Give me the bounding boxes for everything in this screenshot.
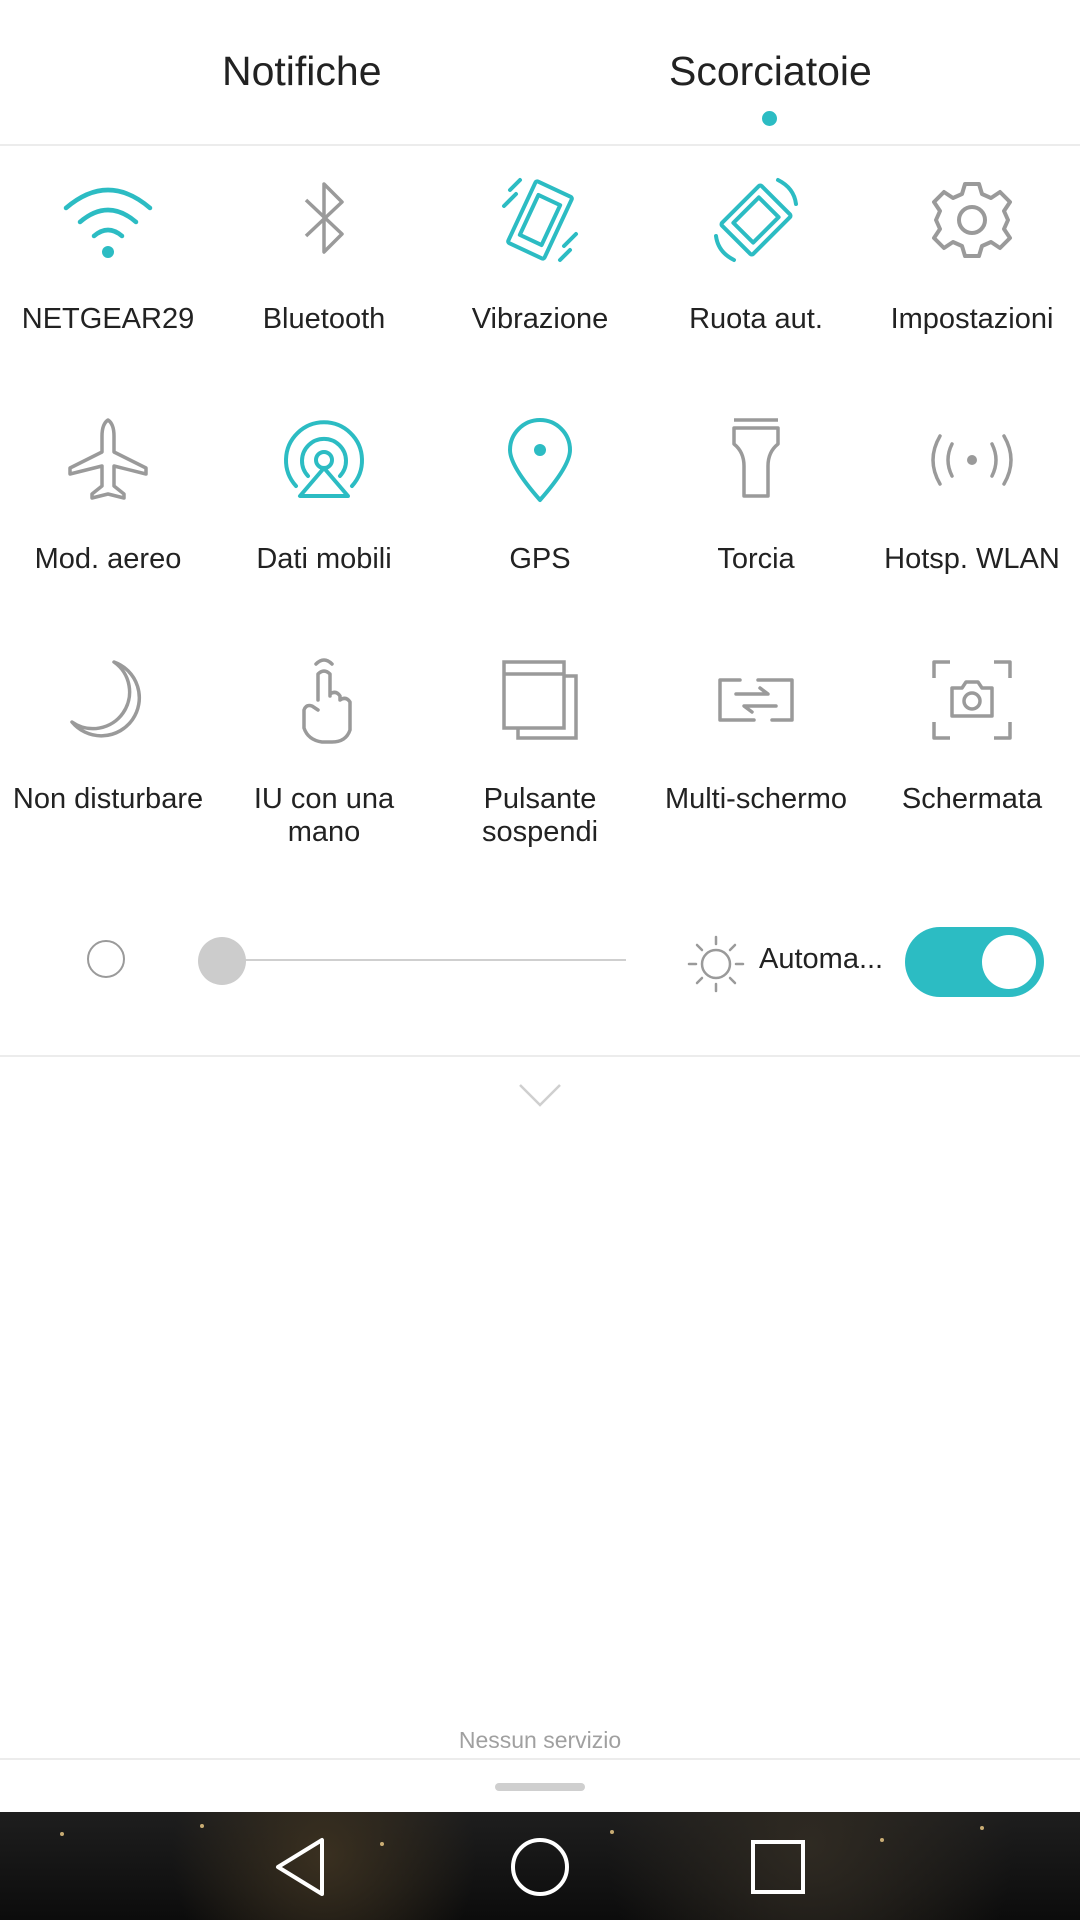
tile-label: Vibrazione [471,303,609,335]
moon-icon [58,650,158,750]
sun-icon [685,933,747,995]
recent-apps-icon[interactable] [745,1834,811,1900]
background-light [380,1842,384,1846]
tile-label: IU con una mano [253,783,395,848]
screenshot-icon [922,650,1022,750]
tile-label: Ruota aut. [689,303,823,335]
location-pin-icon [490,410,590,510]
chevron-down-icon[interactable] [517,1080,563,1110]
tile-label: Multi-schermo [664,783,848,815]
tile-label: Torcia [717,543,795,575]
navigation-bar [0,1812,1080,1920]
multi-screen-icon [706,650,806,750]
background-light [880,1838,884,1842]
background-light [980,1826,984,1830]
background-light [60,1832,64,1836]
tile-label: Dati mobili [256,543,392,575]
tab-scorciatoie[interactable]: Scorciatoie [669,48,872,95]
mobile-data-icon [274,410,374,510]
tab-notifiche[interactable]: Notifiche [222,48,382,95]
divider [0,1758,1080,1760]
vibration-icon [490,170,590,270]
wifi-icon [58,170,158,270]
toggle-knob [982,935,1036,989]
divider [0,1055,1080,1057]
tile-label: NETGEAR29 [21,303,195,335]
back-icon[interactable] [270,1834,336,1900]
floating-button-icon [490,650,590,750]
active-tab-indicator [762,111,777,126]
brightness-slider[interactable] [222,959,626,961]
tile-label: Hotsp. WLAN [884,543,1060,575]
carrier-status: Nessun servizio [458,1727,622,1753]
tile-label: Pulsante sospendi [481,783,599,848]
brightness-slider-thumb[interactable] [198,937,247,985]
flashlight-icon [706,410,806,510]
tile-label: Schermata [901,783,1043,815]
home-icon[interactable] [507,1834,573,1900]
tile-label: Non disturbare [12,783,204,815]
brightness-row: Automa... [0,915,1080,1005]
auto-brightness-toggle[interactable] [905,927,1044,997]
tile-label: Mod. aereo [34,543,182,575]
drag-handle[interactable] [495,1783,585,1791]
auto-brightness-label: Automa... [759,943,884,975]
tile-label: Bluetooth [262,303,386,335]
background-light [200,1824,204,1828]
tab-bar: Notifiche Scorciatoie [0,0,1080,146]
bluetooth-icon [274,170,374,270]
one-hand-icon [274,650,374,750]
background-light [610,1830,614,1834]
hotspot-icon [922,410,1022,510]
gear-icon [922,170,1022,270]
brightness-low-icon [87,940,125,978]
auto-rotate-icon [706,170,806,270]
airplane-icon [58,410,158,510]
tile-label: GPS [509,543,571,575]
tile-label: Impostazioni [890,303,1054,335]
